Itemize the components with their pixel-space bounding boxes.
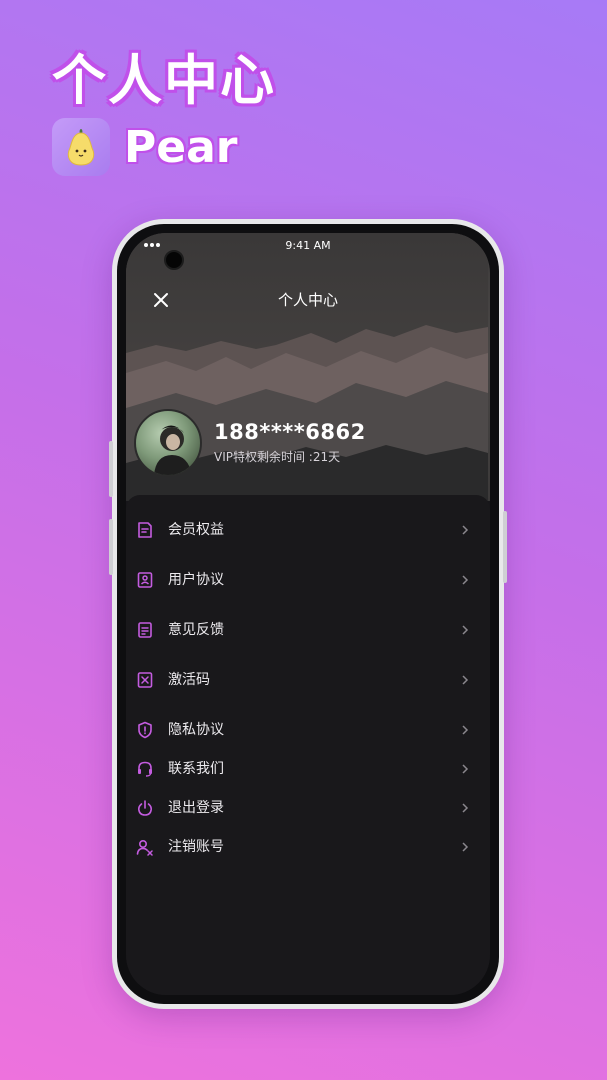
chevron-right-icon bbox=[462, 625, 469, 635]
shield-icon bbox=[138, 721, 152, 739]
status-time: 9:41 AM bbox=[285, 239, 331, 252]
volume-down-button bbox=[109, 519, 113, 575]
power-side-button bbox=[503, 511, 507, 583]
menu-item-logout[interactable]: 退出登录 bbox=[126, 789, 490, 827]
front-camera bbox=[164, 250, 184, 270]
promo-title: 个人中心 bbox=[52, 49, 276, 112]
activation-code-icon bbox=[137, 672, 153, 688]
close-icon[interactable] bbox=[150, 289, 172, 311]
chevron-right-icon bbox=[462, 842, 469, 852]
menu-item-privacy[interactable]: 隐私协议 bbox=[126, 711, 490, 749]
chevron-right-icon bbox=[462, 803, 469, 813]
menu-item-label: 用户协议 bbox=[168, 572, 224, 588]
user-phone: 188****6862 bbox=[214, 420, 366, 444]
menu-item-feedback[interactable]: 意见反馈 bbox=[126, 611, 490, 649]
headset-icon bbox=[138, 761, 152, 777]
power-icon bbox=[137, 800, 153, 816]
phone-bezel: 9:41 AM 个人中心 188****6862 VIP特权剩余时间 :21天 bbox=[117, 224, 499, 1004]
menu-item-contact[interactable]: 联系我们 bbox=[126, 750, 490, 788]
menu-item-user-agreement[interactable]: 用户协议 bbox=[126, 561, 490, 599]
menu-item-label: 退出登录 bbox=[168, 800, 224, 816]
pear-icon bbox=[52, 118, 110, 176]
bookmark-user-icon bbox=[137, 572, 153, 588]
signal-icon bbox=[144, 243, 160, 247]
document-icon bbox=[138, 522, 152, 538]
chevron-right-icon bbox=[462, 575, 469, 585]
phone-screen: 9:41 AM 个人中心 188****6862 VIP特权剩余时间 :21天 bbox=[126, 233, 490, 995]
menu-item-delete-account[interactable]: 注销账号 bbox=[126, 828, 490, 866]
menu-item-activation-code[interactable]: 激活码 bbox=[126, 661, 490, 699]
chevron-right-icon bbox=[462, 764, 469, 774]
settings-menu: 会员权益 用户协议 意见反馈 激活码 隐私协议 联系我们 退出登录 注销账号 bbox=[126, 495, 490, 995]
volume-up-button bbox=[109, 441, 113, 497]
chevron-right-icon bbox=[462, 725, 469, 735]
menu-item-membership[interactable]: 会员权益 bbox=[126, 511, 490, 549]
chevron-right-icon bbox=[462, 675, 469, 685]
menu-item-label: 激活码 bbox=[168, 672, 210, 688]
avatar[interactable] bbox=[134, 409, 202, 477]
app-name: Pear bbox=[124, 121, 238, 173]
vip-remaining: VIP特权剩余时间 :21天 bbox=[214, 450, 341, 464]
phone-frame: 9:41 AM 个人中心 188****6862 VIP特权剩余时间 :21天 bbox=[109, 219, 507, 1009]
menu-item-label: 意见反馈 bbox=[168, 622, 224, 638]
menu-item-label: 隐私协议 bbox=[168, 722, 224, 738]
user-remove-icon bbox=[136, 839, 153, 856]
feedback-icon bbox=[138, 622, 152, 638]
menu-item-label: 注销账号 bbox=[168, 839, 224, 855]
chevron-right-icon bbox=[462, 525, 469, 535]
brand: Pear bbox=[52, 118, 237, 176]
page-title: 个人中心 bbox=[277, 291, 338, 309]
menu-item-label: 会员权益 bbox=[168, 522, 224, 538]
menu-item-label: 联系我们 bbox=[168, 761, 224, 777]
